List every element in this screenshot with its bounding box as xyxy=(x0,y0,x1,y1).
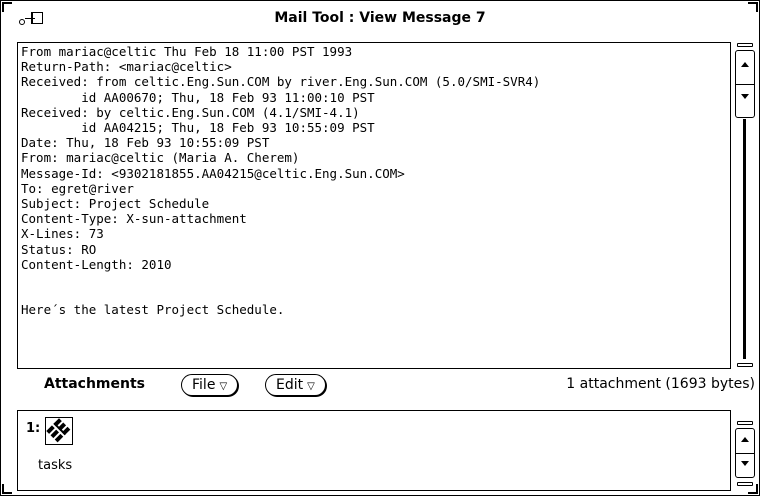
file-menu-label: File xyxy=(192,377,216,393)
attachments-control-bar: Attachments File ▽ Edit ▽ 1 attachment (16… xyxy=(17,373,757,399)
message-line: X-Lines: 73 xyxy=(21,226,104,242)
edit-menu-label: Edit xyxy=(276,377,304,393)
scroll-up-arrow-icon[interactable] xyxy=(741,437,749,442)
message-text[interactable]: From mariac@celtic Thu Feb 18 11:00 PST … xyxy=(18,43,730,318)
message-line: Content-Length: 2010 xyxy=(21,256,172,272)
message-line: From mariac@celtic Thu Feb 18 11:00 PST … xyxy=(21,44,353,59)
scroll-down-arrow-icon[interactable] xyxy=(741,461,749,466)
message-line: id AA04215; Thu, 18 Feb 93 10:55:09 PST xyxy=(21,120,375,136)
scroll-down-arrow-icon[interactable] xyxy=(741,94,749,99)
message-line: Message-Id: <9302181855.AA04215@celtic.E… xyxy=(21,165,405,181)
message-line: Received: by celtic.Eng.Sun.COM (4.1/SMI… xyxy=(21,104,360,120)
message-line: Status: RO xyxy=(21,241,97,257)
window-corner-top-right[interactable] xyxy=(748,2,758,12)
message-pane[interactable]: From mariac@celtic Thu Feb 18 11:00 PST … xyxy=(17,42,731,369)
message-scrollbar[interactable] xyxy=(735,43,755,369)
attachments-label: Attachments xyxy=(44,376,146,392)
attachment-list-pane[interactable]: 1: tasks xyxy=(17,410,731,491)
message-line: id AA00670; Thu, 18 Feb 93 11:00:10 PST xyxy=(21,89,375,105)
scrollbar-bottom-cable-anchor[interactable] xyxy=(737,363,753,367)
window-corner-bottom-left[interactable] xyxy=(2,484,12,494)
message-line: Date: Thu, 18 Feb 93 10:55:09 PST xyxy=(21,135,270,151)
title-bar: Mail Tool : View Message 7 xyxy=(11,5,749,31)
message-line: Return-Path: <mariac@celtic> xyxy=(21,59,232,75)
scrollbar-elevator[interactable] xyxy=(735,50,755,118)
menu-triangle-icon: ▽ xyxy=(219,381,228,392)
scrollbar-top-cable-anchor[interactable] xyxy=(737,421,753,425)
message-line: Here´s the latest Project Schedule. xyxy=(21,302,285,318)
scrollbar-bottom-cable-anchor[interactable] xyxy=(737,482,753,486)
menu-triangle-icon: ▽ xyxy=(307,381,315,392)
attachment-name: tasks xyxy=(38,458,73,473)
edit-menu-button[interactable]: Edit ▽ xyxy=(265,374,326,396)
scroll-up-arrow-icon[interactable] xyxy=(741,62,749,67)
file-menu-button[interactable]: File ▽ xyxy=(181,374,239,396)
scrollbar-elevator[interactable] xyxy=(735,428,755,478)
message-line: Subject: Project Schedule xyxy=(21,196,210,212)
message-line: From: mariac@celtic (Maria A. Cherem) xyxy=(21,150,300,166)
window-title: Mail Tool : View Message 7 xyxy=(274,10,486,26)
attachment-summary: 1 attachment (1693 bytes) xyxy=(566,376,755,392)
message-line: Received: from celtic.Eng.Sun.COM by riv… xyxy=(21,74,541,90)
message-line: Content-Type: X-sun-attachment xyxy=(21,211,247,227)
attachment-number: 1: xyxy=(26,421,41,436)
attachment-item[interactable]: 1: tasks xyxy=(26,417,86,487)
mail-tool-window: Mail Tool : View Message 7 From mariac@c… xyxy=(0,0,760,496)
attachment-scrollbar[interactable] xyxy=(735,421,755,489)
message-line: To: egret@river xyxy=(21,180,134,196)
scrollbar-top-cable-anchor[interactable] xyxy=(737,43,753,47)
scrollbar-cable[interactable] xyxy=(743,119,746,359)
sun-logo-icon[interactable] xyxy=(45,417,73,445)
